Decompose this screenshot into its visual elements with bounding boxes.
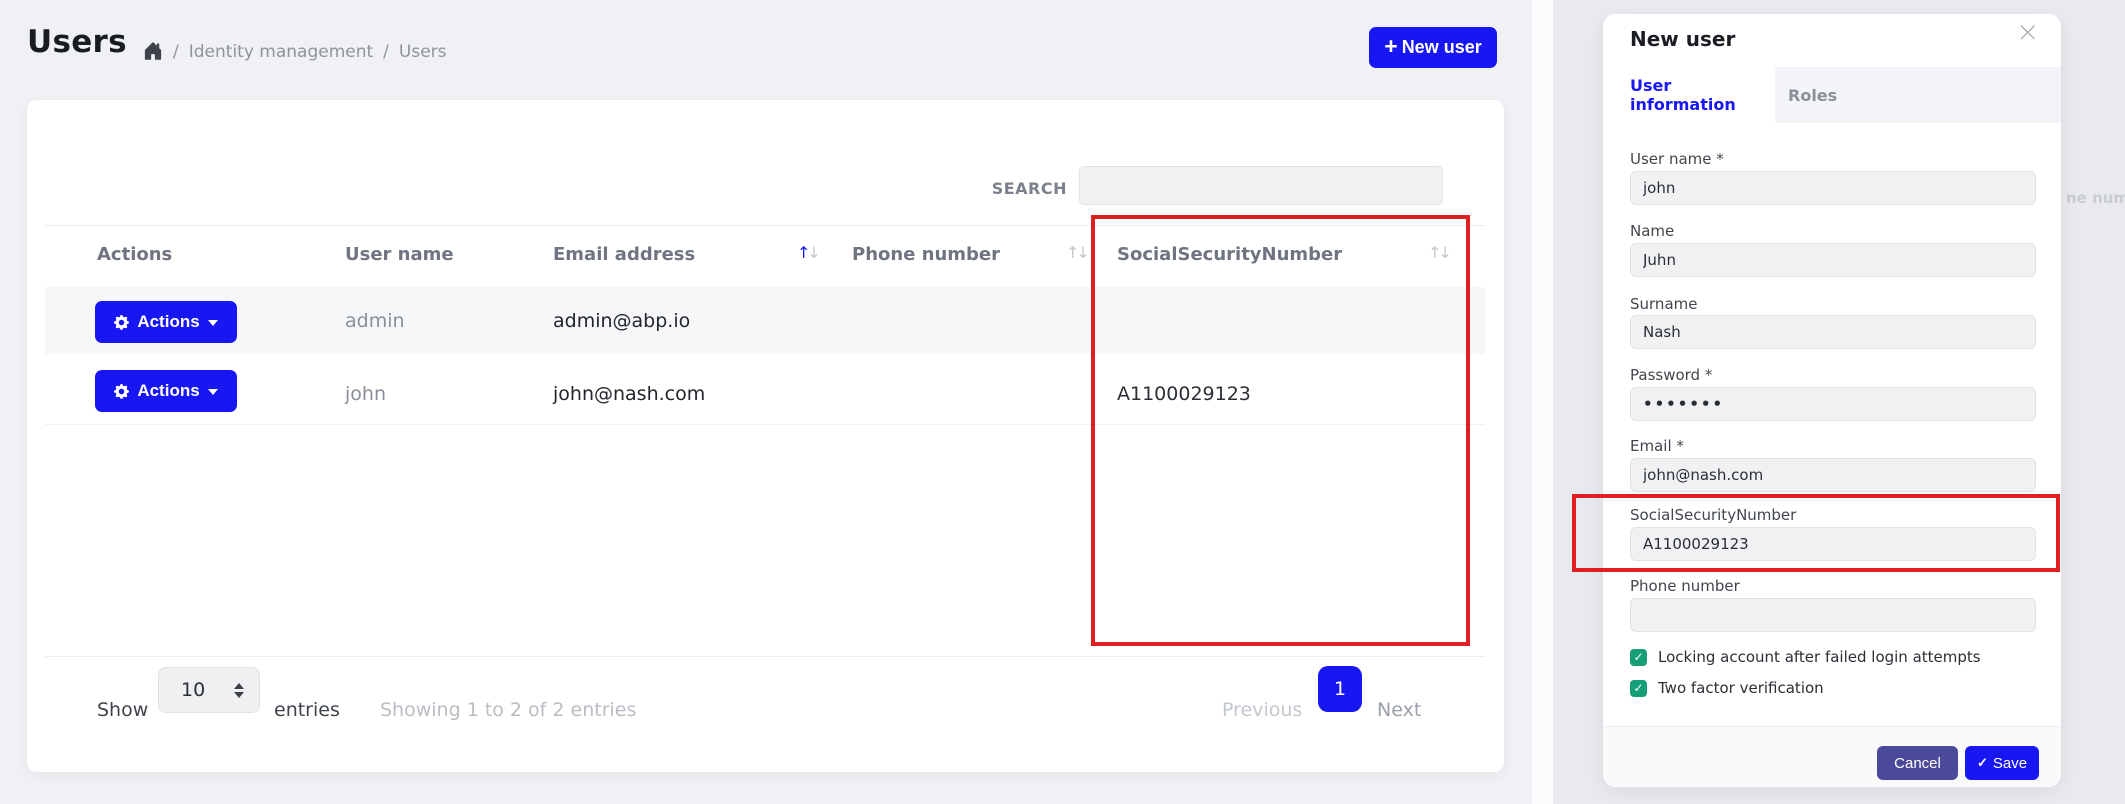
region-divider: [1532, 0, 1553, 804]
two-factor-checkbox-row: ✓ Two factor verification: [1630, 679, 1824, 697]
entries-summary: Showing 1 to 2 of 2 entries: [380, 699, 636, 721]
column-header-email[interactable]: Email address: [553, 244, 695, 265]
checkbox-checked-icon[interactable]: ✓: [1630, 649, 1647, 666]
breadcrumb-item-users[interactable]: Users: [399, 42, 447, 62]
two-factor-checkbox-label: Two factor verification: [1658, 679, 1824, 697]
modal-tab-bar: User information Roles: [1603, 67, 2061, 123]
column-header-username: User name: [345, 244, 454, 265]
column-header-ssn[interactable]: SocialSecurityNumber: [1117, 244, 1342, 265]
tab-user-information[interactable]: User information: [1603, 67, 1775, 123]
stepper-icon[interactable]: [234, 683, 244, 698]
new-user-modal: New user × User information Roles User n…: [1603, 14, 2061, 786]
cell-username: admin: [345, 310, 405, 332]
password-label: Password *: [1630, 366, 1712, 384]
page-size-select[interactable]: 10: [158, 667, 260, 713]
breadcrumb-separator: /: [383, 42, 389, 62]
gear-icon: [114, 384, 129, 399]
show-label: Show: [97, 699, 148, 721]
plus-icon: +: [1384, 35, 1397, 58]
row-actions-button[interactable]: Actions: [95, 301, 237, 343]
email-field[interactable]: [1630, 458, 2036, 492]
column-header-phone[interactable]: Phone number: [852, 244, 1000, 265]
name-field[interactable]: [1630, 243, 2036, 277]
modal-footer: Cancel ✓ Save: [1603, 726, 2061, 787]
checkbox-checked-icon[interactable]: ✓: [1630, 680, 1647, 697]
table-top-border: [45, 225, 1485, 226]
new-user-button[interactable]: + New user: [1369, 27, 1497, 68]
breadcrumb: / Identity management / Users: [143, 42, 447, 62]
lockout-checkbox-label: Locking account after failed login attem…: [1658, 648, 1981, 666]
stepper-down-icon: [234, 692, 244, 698]
name-label: Name: [1630, 222, 1674, 240]
search-input[interactable]: [1079, 166, 1443, 205]
password-field[interactable]: [1630, 387, 2036, 421]
breadcrumb-separator: /: [173, 42, 179, 62]
modal-title: New user: [1630, 27, 1735, 51]
background-ghost-text: ne numbe: [2066, 189, 2125, 207]
sort-icon[interactable]: ↑↓: [797, 243, 818, 262]
pagination-previous[interactable]: Previous: [1222, 699, 1302, 721]
cancel-button[interactable]: Cancel: [1877, 746, 1958, 780]
username-field[interactable]: [1630, 171, 2036, 205]
cell-email: admin@abp.io: [553, 310, 690, 332]
caret-down-icon: [208, 389, 218, 395]
pagination-page-1[interactable]: 1: [1318, 666, 1362, 712]
username-label: User name *: [1630, 150, 1724, 168]
save-button[interactable]: ✓ Save: [1965, 746, 2039, 780]
stepper-up-icon: [234, 683, 244, 689]
row-border: [45, 424, 1485, 425]
users-page: Users / Identity management / Users + Ne…: [0, 0, 2125, 804]
check-icon: ✓: [1977, 755, 1988, 771]
sort-icon[interactable]: ↑↓: [1066, 243, 1087, 262]
caret-down-icon: [208, 320, 218, 326]
search-label: SEARCH: [930, 179, 1067, 198]
cell-ssn: A1100029123: [1117, 383, 1251, 405]
gear-icon: [114, 315, 129, 330]
ssn-label: SocialSecurityNumber: [1630, 506, 1796, 524]
email-label: Email *: [1630, 437, 1684, 455]
table-row: [45, 354, 1485, 424]
home-icon[interactable]: [143, 41, 163, 61]
ssn-field[interactable]: [1630, 527, 2036, 561]
phone-label: Phone number: [1630, 577, 1740, 595]
table-bottom-border: [45, 656, 1485, 657]
page-title: Users: [27, 24, 127, 60]
entries-label: entries: [274, 699, 340, 721]
lockout-checkbox-row: ✓ Locking account after failed login att…: [1630, 648, 1981, 666]
pagination-next[interactable]: Next: [1377, 699, 1421, 721]
cell-username: john: [345, 383, 386, 405]
table-row: [45, 287, 1485, 354]
breadcrumb-item-identity-management[interactable]: Identity management: [189, 42, 373, 62]
surname-field[interactable]: [1630, 315, 2036, 349]
cell-email: john@nash.com: [553, 383, 705, 405]
column-header-actions: Actions: [97, 244, 172, 265]
close-icon[interactable]: ×: [2016, 18, 2039, 46]
sort-icon[interactable]: ↑↓: [1428, 243, 1449, 262]
surname-label: Surname: [1630, 295, 1697, 313]
tab-roles[interactable]: Roles: [1788, 67, 1837, 123]
row-actions-button[interactable]: Actions: [95, 370, 237, 412]
phone-field[interactable]: [1630, 598, 2036, 632]
